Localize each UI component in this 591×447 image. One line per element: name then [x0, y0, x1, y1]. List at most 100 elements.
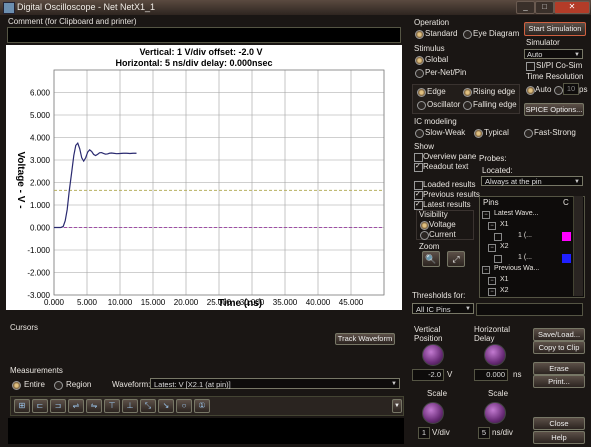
help-button[interactable]: Help — [533, 431, 585, 444]
oscillator-radio[interactable] — [417, 101, 426, 112]
pin-tree-row[interactable]: − X1 — [482, 221, 572, 231]
ic-modeling-header: IC modeling — [414, 117, 457, 126]
located-select[interactable]: Always at the pin — [481, 176, 583, 187]
measurement-tool-icon[interactable]: ○ — [176, 399, 192, 413]
pins-scrollbar[interactable] — [573, 196, 583, 296]
erase-button[interactable]: Erase — [533, 362, 585, 375]
start-simulation-button[interactable]: Start Simulation — [524, 22, 586, 36]
simulator-select[interactable]: Auto — [524, 49, 583, 60]
global-label: Global — [425, 55, 449, 64]
pin-tree-row[interactable]: − Previous Wa... — [482, 265, 572, 275]
rising-edge-label: Rising edge — [473, 87, 516, 96]
radio-dot — [524, 129, 533, 138]
horizontal-scale-input[interactable]: 5 — [478, 427, 490, 439]
expand-toggle-icon[interactable] — [494, 233, 502, 241]
fast-strong-radio[interactable] — [524, 129, 533, 140]
close-button[interactable]: Close — [533, 417, 585, 430]
readout-text-checkbox[interactable] — [414, 163, 423, 174]
vertical-scale-knob[interactable] — [422, 402, 444, 424]
measurement-tool-icon[interactable]: ① — [194, 399, 210, 413]
global-radio[interactable] — [415, 56, 424, 67]
copy-to-clip-button[interactable]: Copy to Clip — [533, 341, 585, 354]
checkbox-box — [414, 163, 423, 172]
expand-toggle-icon[interactable]: − — [488, 288, 496, 296]
thresholds-select[interactable]: All IC Pins — [412, 303, 474, 315]
expand-toggle-icon[interactable] — [494, 255, 502, 263]
save-load-button[interactable]: Save/Load... — [533, 328, 585, 341]
standard-radio[interactable] — [415, 30, 424, 41]
pin-tree-row[interactable]: 1 (... — [482, 232, 572, 242]
per-net-radio[interactable] — [415, 69, 424, 80]
measurement-tool-icon[interactable]: ⊥ — [122, 399, 138, 413]
thresholds-label: Thresholds for: — [412, 291, 466, 300]
measurement-tool-icon[interactable]: ⊞ — [14, 399, 30, 413]
falling-edge-radio[interactable] — [463, 101, 472, 112]
pin-tree-row[interactable]: − X2 — [482, 287, 572, 297]
operation-header: Operation — [414, 18, 450, 27]
auto-radio[interactable] — [526, 86, 535, 97]
measurement-tool-icon[interactable]: ⊐ — [50, 399, 66, 413]
expand-toggle-icon[interactable]: − — [488, 222, 496, 230]
measurement-tool-icon[interactable]: ⤡ — [140, 399, 156, 413]
measurement-tool-icon[interactable]: ⊤ — [104, 399, 120, 413]
pin-tree-row[interactable]: 1 (... — [482, 254, 572, 264]
vertical-position-knob[interactable] — [422, 344, 444, 366]
measurement-tool-icon[interactable]: ⇋ — [86, 399, 102, 413]
track-waveform-button[interactable]: Track Waveform — [335, 333, 395, 345]
pin-tree-row[interactable]: − X1 — [482, 276, 572, 286]
checkbox-box — [414, 153, 423, 162]
overview-pane-label: Overview pane — [423, 152, 477, 161]
horizontal-delay-knob[interactable] — [484, 344, 506, 366]
radio-dot — [12, 381, 21, 390]
slow-weak-radio[interactable] — [415, 129, 424, 140]
measurement-tool-icon[interactable]: ⇌ — [68, 399, 84, 413]
horizontal-scale-knob[interactable] — [484, 402, 506, 424]
horizontal-delay-label: Horizontal Delay — [474, 325, 510, 343]
waveform-color-swatch[interactable] — [562, 232, 571, 241]
zoom-in-button[interactable]: 🔍 — [422, 251, 440, 267]
radio-dot — [420, 231, 429, 240]
expand-toggle-icon[interactable]: − — [488, 277, 496, 285]
pin-tree-row[interactable]: − Latest Wave... — [482, 210, 572, 220]
expand-toggle-icon[interactable]: − — [482, 211, 490, 219]
edge-radio[interactable] — [417, 88, 426, 99]
current-radio[interactable] — [420, 231, 429, 242]
waveform-color-swatch[interactable] — [562, 254, 571, 263]
typical-radio[interactable] — [474, 129, 483, 140]
pin-tree-label: 1 (... — [518, 254, 533, 261]
waveform-select[interactable]: Latest: V [X2.1 (at pin)] — [150, 378, 400, 390]
vertical-position-input[interactable]: -2.0 — [412, 369, 444, 381]
eye-diagram-radio[interactable] — [463, 30, 472, 41]
zoom-fit-button[interactable]: ⤢ — [447, 251, 465, 267]
checkbox-box — [526, 62, 535, 71]
pin-tree-row[interactable]: − X2 — [482, 243, 572, 253]
latest-results-label: Latest results — [423, 200, 471, 209]
rising-edge-radio[interactable] — [463, 88, 472, 99]
time-resolution-input[interactable]: 10 — [563, 83, 579, 95]
x-tick-label: 10.000 — [108, 298, 133, 307]
minimize-button[interactable]: _ — [516, 1, 535, 14]
close-window-button[interactable]: ✕ — [554, 1, 590, 14]
horizontal-delay-input[interactable]: 0.000 — [474, 369, 508, 381]
vertical-scale-input[interactable]: 1 — [418, 427, 430, 439]
cursors-label: Cursors — [10, 323, 39, 332]
maximize-button[interactable]: □ — [535, 1, 554, 14]
measurement-tool-icon[interactable]: ⊏ — [32, 399, 48, 413]
region-radio[interactable] — [54, 381, 63, 392]
vertical-position-unit: V — [447, 370, 453, 379]
time-resolution-header: Time Resolution — [526, 72, 584, 81]
oscillator-label: Oscillator — [427, 100, 461, 109]
print-button[interactable]: Print... — [533, 375, 585, 388]
region-label: Region — [66, 380, 92, 389]
comment-input[interactable] — [7, 27, 401, 43]
measurement-tool-icon[interactable]: ↘ — [158, 399, 174, 413]
toolbar-dropdown-icon[interactable]: ▼ — [392, 399, 402, 413]
custom-resolution-radio[interactable] — [554, 86, 563, 97]
entire-radio[interactable] — [12, 381, 21, 392]
radio-dot — [474, 129, 483, 138]
radio-dot — [417, 88, 426, 97]
expand-toggle-icon[interactable]: − — [482, 266, 490, 274]
vertical-position-label: Vertical Position — [414, 325, 442, 343]
expand-toggle-icon[interactable]: − — [488, 244, 496, 252]
spice-options-button[interactable]: SPICE Options... — [524, 103, 584, 116]
